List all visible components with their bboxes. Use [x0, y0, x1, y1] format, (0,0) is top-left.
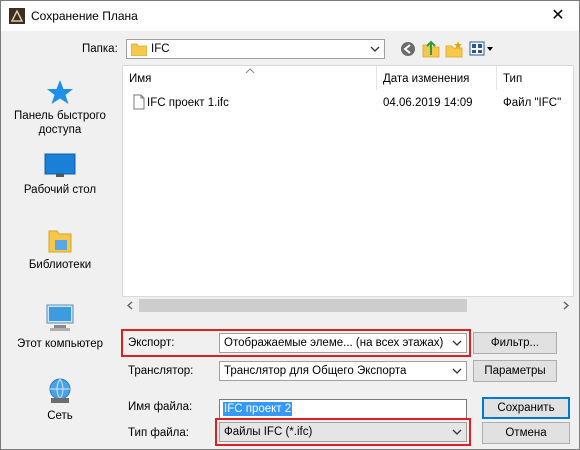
file-name: IFC проект 1.ifc: [147, 97, 229, 109]
libraries-icon: [48, 230, 72, 253]
translator-value: Транслятор для Общего Экспорта: [224, 365, 407, 377]
cancel-button[interactable]: Отмена: [482, 422, 570, 444]
column-header-name[interactable]: Имя: [123, 66, 377, 90]
scroll-right-icon[interactable]: [562, 301, 570, 310]
place-desktop[interactable]: Рабочий стол: [1, 153, 119, 197]
network-icon: [49, 378, 71, 403]
save-button[interactable]: Сохранить: [482, 397, 570, 419]
place-network[interactable]: Сеть: [1, 377, 119, 423]
scroll-left-icon[interactable]: [126, 301, 134, 310]
save-dialog: Сохранение Плана ✕ Папка: IFC Панель быс…: [0, 0, 580, 450]
file-list[interactable]: Имя Дата изменения Тип IFC проект 1.ifc …: [122, 65, 574, 297]
place-label: Панель быстрого доступа: [14, 110, 106, 136]
computer-icon: [46, 304, 74, 331]
close-button[interactable]: ✕: [545, 4, 571, 28]
filetype-combo[interactable]: Файлы IFC (*.ifc): [219, 422, 467, 442]
scroll-thumb[interactable]: [139, 299, 467, 312]
parameters-button[interactable]: Параметры: [473, 360, 557, 382]
place-libraries[interactable]: Библиотеки: [1, 228, 119, 272]
export-label: Экспорт:: [128, 337, 175, 349]
app-icon: [9, 8, 25, 24]
new-folder-icon[interactable]: [445, 40, 463, 58]
horizontal-scrollbar[interactable]: [122, 297, 574, 314]
translator-combo[interactable]: Транслятор для Общего Экспорта: [219, 361, 467, 381]
column-header-date[interactable]: Дата изменения: [377, 66, 497, 90]
place-label: Рабочий стол: [23, 184, 97, 196]
desktop-icon: [44, 153, 76, 177]
filetype-value: Файлы IFC (*.ifc): [224, 426, 313, 438]
folder-combo[interactable]: IFC: [126, 39, 385, 59]
back-icon[interactable]: [400, 41, 416, 57]
filename-input[interactable]: IFC проект 2: [219, 399, 467, 419]
place-quick-access[interactable]: Панель быстрого доступа: [1, 79, 119, 137]
file-date: 04.06.2019 14:09: [383, 97, 473, 109]
filename-selected-text: IFC проект 2: [223, 402, 293, 416]
up-folder-icon[interactable]: [422, 40, 440, 58]
file-icon: [133, 94, 145, 110]
places-bar: Панель быстрого доступа Рабочий стол Биб…: [1, 65, 119, 449]
filename-label: Имя файла:: [128, 401, 193, 413]
folder-label: Папка:: [82, 43, 118, 55]
view-menu-icon[interactable]: [469, 41, 495, 57]
folder-value: IFC: [151, 43, 170, 55]
window-title: Сохранение Плана: [31, 9, 138, 23]
column-header-type[interactable]: Тип: [497, 66, 573, 90]
chevron-down-icon: [452, 368, 462, 374]
place-this-pc[interactable]: Этот компьютер: [1, 303, 119, 351]
star-icon: [47, 80, 73, 104]
export-value: Отображаемые элеме... (на всех этажах): [224, 337, 444, 349]
export-combo[interactable]: Отображаемые элеме... (на всех этажах): [219, 333, 467, 353]
chevron-down-icon: [452, 340, 462, 346]
filter-button[interactable]: Фильтр...: [473, 332, 557, 354]
title-bar: Сохранение Плана ✕: [1, 1, 579, 31]
place-label: Библиотеки: [28, 259, 92, 271]
file-type: Файл "IFC": [503, 97, 562, 109]
folder-icon: [131, 43, 147, 56]
translator-label: Транслятор:: [128, 365, 194, 377]
place-label: Сеть: [47, 410, 73, 422]
filetype-label: Тип файла:: [128, 427, 189, 439]
place-label: Этот компьютер: [17, 338, 103, 350]
chevron-down-icon: [370, 46, 380, 52]
chevron-down-icon: [452, 429, 462, 435]
